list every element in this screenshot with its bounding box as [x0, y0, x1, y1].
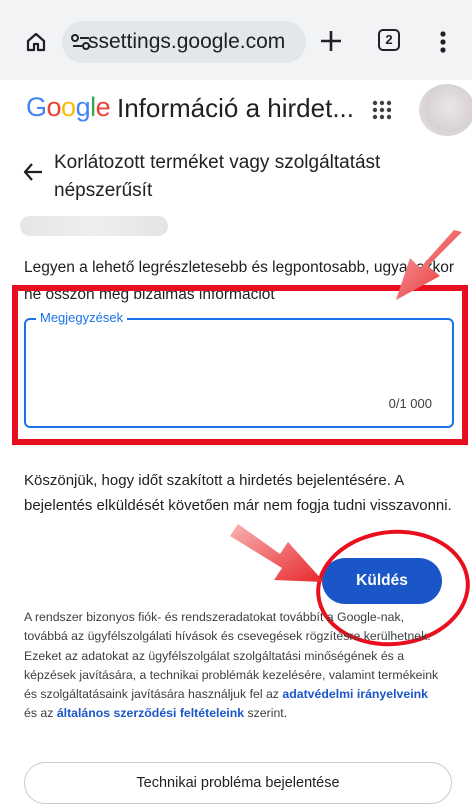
more-menu-icon[interactable]	[440, 30, 446, 54]
avatar[interactable]	[419, 84, 472, 136]
new-tab-icon[interactable]	[318, 28, 344, 54]
report-technical-issue-button[interactable]: Technikai probléma bejelentése	[24, 762, 452, 804]
url-text[interactable]: ssettings.google.com	[88, 30, 285, 54]
privacy-policy-link[interactable]: adatvédelmi irányelveink	[282, 687, 428, 701]
page-title: Információ a hirdet...	[117, 93, 354, 123]
annotation-arrow-bottom	[230, 524, 324, 582]
tab-switcher-button[interactable]: 2	[378, 29, 400, 51]
google-logo: Google	[26, 92, 111, 122]
back-arrow-icon[interactable]	[22, 161, 44, 183]
terms-link[interactable]: általános szerződési feltételeink	[57, 706, 244, 720]
redacted-text	[20, 216, 168, 236]
issue-title: Korlátozott terméket vagy szolgáltatást …	[54, 152, 381, 201]
apps-grid-icon[interactable]	[372, 100, 392, 120]
annotation-highlight-box	[12, 285, 468, 445]
privacy-disclaimer: A rendszer bizonyos fiók- és rendszerada…	[24, 610, 439, 721]
home-icon[interactable]	[24, 30, 48, 54]
thanks-text: Köszönjük, hogy időt szakított a hirdeté…	[24, 472, 452, 514]
